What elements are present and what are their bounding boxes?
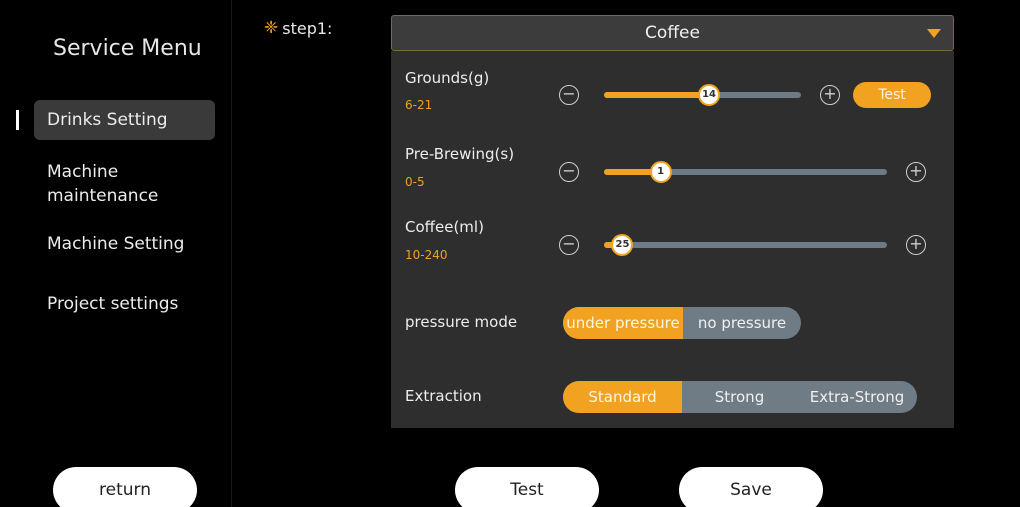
coffee-ml-range: 10-240 bbox=[405, 248, 448, 262]
pre-brewing-minus-icon[interactable]: − bbox=[559, 162, 579, 182]
coffee-ml-plus-icon[interactable]: + bbox=[906, 235, 926, 255]
extraction-label: Extraction bbox=[405, 387, 482, 405]
grounds-slider[interactable]: 14 bbox=[604, 84, 801, 106]
grounds-plus-icon[interactable]: + bbox=[820, 85, 840, 105]
sidebar-item-drinks-setting[interactable]: Drinks Setting bbox=[34, 100, 215, 140]
return-button[interactable]: return bbox=[53, 467, 197, 507]
drink-select-dropdown[interactable]: Coffee bbox=[391, 15, 954, 51]
extraction-option-strong[interactable]: Strong bbox=[682, 381, 797, 413]
drink-settings-panel: Grounds(g) 6-21 − 14 + Test Pre-Brewing(… bbox=[391, 51, 954, 428]
sidebar-item-machine-setting[interactable]: Machine Setting bbox=[34, 232, 215, 256]
pre-brewing-label: Pre-Brewing(s) bbox=[405, 145, 515, 163]
sidebar-item-machine-maintenance[interactable]: Machine maintenance bbox=[34, 160, 215, 208]
coffee-ml-slider-knob[interactable]: 25 bbox=[611, 234, 634, 256]
sidebar-item-project-settings[interactable]: Project settings bbox=[34, 292, 215, 316]
pre-brewing-plus-icon[interactable]: + bbox=[906, 162, 926, 182]
snowflake-icon: ❈ bbox=[264, 18, 279, 38]
pressure-mode-label: pressure mode bbox=[405, 313, 518, 331]
pressure-mode-toggle: under pressure no pressure bbox=[563, 307, 801, 339]
sidebar-title: Service Menu bbox=[53, 36, 202, 61]
grounds-slider-knob[interactable]: 14 bbox=[698, 84, 721, 106]
test-button[interactable]: Test bbox=[455, 467, 599, 507]
pressure-option-under[interactable]: under pressure bbox=[563, 307, 683, 339]
extraction-option-extra-strong[interactable]: Extra-Strong bbox=[797, 381, 917, 413]
grounds-test-button[interactable]: Test bbox=[853, 82, 931, 108]
grounds-slider-fill bbox=[604, 92, 710, 98]
extraction-toggle: Standard Strong Extra-Strong bbox=[563, 381, 917, 413]
pre-brewing-slider[interactable]: 1 bbox=[604, 161, 887, 183]
sidebar: Service Menu Drinks Setting Machine main… bbox=[0, 0, 232, 507]
coffee-ml-minus-icon[interactable]: − bbox=[559, 235, 579, 255]
active-indicator bbox=[16, 110, 19, 130]
coffee-ml-label: Coffee(ml) bbox=[405, 218, 484, 236]
drink-select-value: Coffee bbox=[645, 23, 700, 43]
grounds-range: 6-21 bbox=[405, 98, 433, 112]
extraction-option-standard[interactable]: Standard bbox=[563, 381, 682, 413]
pressure-option-none[interactable]: no pressure bbox=[683, 307, 801, 339]
pre-brewing-slider-knob[interactable]: 1 bbox=[649, 161, 672, 183]
grounds-minus-icon[interactable]: − bbox=[559, 85, 579, 105]
chevron-down-icon bbox=[927, 29, 941, 38]
step-label: step1: bbox=[282, 18, 333, 38]
pre-brewing-range: 0-5 bbox=[405, 175, 425, 189]
save-button[interactable]: Save bbox=[679, 467, 823, 507]
coffee-ml-slider[interactable]: 25 bbox=[604, 234, 887, 256]
grounds-label: Grounds(g) bbox=[405, 69, 490, 87]
step-label-group: ❈ step1: bbox=[264, 18, 332, 38]
